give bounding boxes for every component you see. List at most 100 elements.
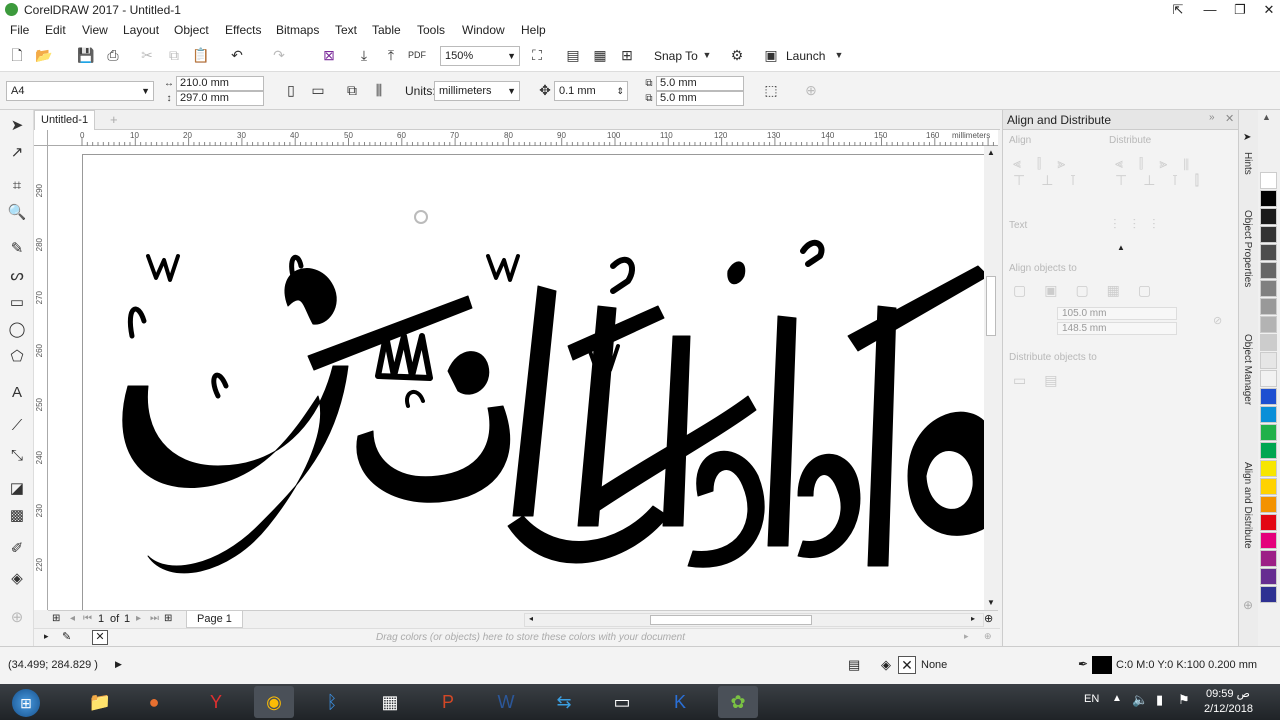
menu-edit[interactable]: Edit xyxy=(45,23,66,37)
open-icon[interactable]: 📂 xyxy=(35,46,53,64)
page-height-field[interactable]: 297.0 mm xyxy=(176,91,264,106)
color-swatch[interactable] xyxy=(1260,190,1277,207)
copy-icon[interactable]: ⧉ xyxy=(165,46,183,64)
launch-button[interactable]: Launch xyxy=(786,49,825,63)
ellipse-tool-icon[interactable]: ◯ xyxy=(7,320,27,340)
tab-object-manager[interactable]: Object Manager xyxy=(1242,334,1253,405)
show-grid-icon[interactable]: ▦ xyxy=(591,46,609,64)
color-swatch[interactable] xyxy=(1260,388,1277,405)
word-icon[interactable]: W xyxy=(486,686,526,718)
network-icon[interactable]: ▮ xyxy=(1156,692,1163,708)
color-swatch[interactable] xyxy=(1260,424,1277,441)
color-swatch[interactable] xyxy=(1260,172,1277,189)
collapse-icon[interactable]: ▲ xyxy=(1117,243,1125,252)
zoom-tool-icon[interactable]: 🔍 xyxy=(7,203,27,223)
fill-none-swatch[interactable]: ✕ xyxy=(898,656,916,674)
restore-layout-icon[interactable]: ⇱ xyxy=(1163,0,1193,20)
color-swatch[interactable] xyxy=(1260,460,1277,477)
volume-icon[interactable]: 🔈 xyxy=(1132,692,1148,708)
color-swatch[interactable] xyxy=(1260,316,1277,333)
palette-scroll-up-icon[interactable]: ▲ xyxy=(1262,112,1271,122)
menu-table[interactable]: Table xyxy=(372,23,401,37)
artistic-media-icon[interactable]: ᔕ xyxy=(7,266,27,286)
show-guidelines-icon[interactable]: ⊞ xyxy=(618,46,636,64)
menu-object[interactable]: Object xyxy=(174,23,209,37)
palette-expand-icon[interactable]: ▸ xyxy=(44,631,49,642)
menu-window[interactable]: Window xyxy=(462,23,505,37)
horizontal-scrollbar[interactable]: ◂ ▸ xyxy=(524,613,984,627)
start-button[interactable]: ⊞ xyxy=(4,686,48,718)
add-docker-icon[interactable]: ⊕ xyxy=(1243,598,1253,612)
color-palette[interactable] xyxy=(1258,172,1280,612)
interactive-fill-icon[interactable]: ◈ xyxy=(7,569,27,589)
duplicate-distance-y-field[interactable]: 5.0 mm xyxy=(656,91,744,106)
add-page-icon[interactable]: ⊞ xyxy=(164,613,172,624)
transparency-icon[interactable]: ▩ xyxy=(7,506,27,526)
lock-ratio-icon[interactable]: ⊘ xyxy=(1213,314,1222,327)
menu-tools[interactable]: Tools xyxy=(417,23,445,37)
add-tool-icon[interactable]: ⊕ xyxy=(7,608,27,628)
eyedropper-icon[interactable]: ✎ xyxy=(62,630,71,643)
text-align-buttons[interactable]: ⫶⫶⫶ xyxy=(1113,216,1172,233)
horizontal-scroll-thumb[interactable] xyxy=(650,615,812,625)
docker-expand-icon[interactable]: » xyxy=(1209,112,1215,123)
parallel-dimension-icon[interactable]: ⟋ xyxy=(7,416,27,436)
yandex-icon[interactable]: Y xyxy=(196,686,236,718)
input-language[interactable]: EN xyxy=(1084,693,1099,705)
distribute-to-buttons[interactable]: ▭▤ xyxy=(1013,372,1075,389)
last-page-icon[interactable]: ⏭ xyxy=(150,613,159,624)
color-eyedropper-icon[interactable]: ✐ xyxy=(7,539,27,559)
navigator-zoom-icon[interactable]: ⊕ xyxy=(984,612,993,625)
align-x-field[interactable]: 105.0 mm xyxy=(1057,307,1177,320)
print-icon[interactable]: ⎙ xyxy=(104,46,122,64)
vertical-scrollbar[interactable]: ▲ ▼ xyxy=(984,146,998,610)
new-tab-icon[interactable]: + xyxy=(110,112,118,127)
vertical-scroll-thumb[interactable] xyxy=(986,276,996,336)
first-page-arrow-icon[interactable]: ⏮ xyxy=(83,613,92,624)
first-page-icon[interactable]: ⊞ xyxy=(52,613,60,624)
drop-shadow-icon[interactable]: ◪ xyxy=(7,479,27,499)
connector-tool-icon[interactable]: ⤡ xyxy=(7,446,27,466)
full-screen-icon[interactable]: ⛶ xyxy=(528,46,546,64)
publish-pdf-icon[interactable]: PDF xyxy=(408,46,426,64)
menu-effects[interactable]: Effects xyxy=(225,23,261,37)
arabic-calligraphy-artwork[interactable] xyxy=(108,196,988,596)
menu-text[interactable]: Text xyxy=(335,23,357,37)
color-swatch[interactable] xyxy=(1260,208,1277,225)
align-y-field[interactable]: 148.5 mm xyxy=(1057,322,1177,335)
vertical-ruler[interactable]: 290 280 270 260 250 240 230 220 xyxy=(34,146,48,610)
color-swatch[interactable] xyxy=(1260,496,1277,513)
portrait-icon[interactable]: ▯ xyxy=(282,81,300,99)
undo-icon[interactable]: ↶ xyxy=(228,46,246,64)
file-explorer-icon[interactable]: 📁 xyxy=(80,686,120,718)
firefox-icon[interactable]: ● xyxy=(134,686,174,718)
bluetooth-icon[interactable]: ᛒ xyxy=(312,686,352,718)
menu-view[interactable]: View xyxy=(82,23,108,37)
color-swatch[interactable] xyxy=(1260,586,1277,603)
snap-to-button[interactable]: Snap To xyxy=(654,49,698,63)
menu-file[interactable]: File xyxy=(10,23,29,37)
maximize-button[interactable]: ❐ xyxy=(1225,0,1255,20)
chrome-icon[interactable]: ◉ xyxy=(254,686,294,718)
tray-overflow-icon[interactable]: ▲ xyxy=(1112,693,1122,704)
action-center-icon[interactable]: ⚑ xyxy=(1178,692,1190,708)
tab-untitled-1[interactable]: Untitled-1 xyxy=(34,110,96,130)
tab-align-distribute[interactable]: Align and Distribute xyxy=(1242,462,1253,549)
scroll-left-icon[interactable]: ◂ xyxy=(529,614,533,623)
powerpoint-icon[interactable]: P xyxy=(428,686,468,718)
freehand-tool-icon[interactable]: ✎ xyxy=(7,239,27,259)
launch-icon[interactable]: ▣ xyxy=(762,46,780,64)
color-swatch[interactable] xyxy=(1260,532,1277,549)
rectangle-tool-icon[interactable]: ▭ xyxy=(7,293,27,313)
treat-as-filled-icon[interactable]: ⬚ xyxy=(762,81,780,99)
save-icon[interactable]: 💾 xyxy=(77,46,95,64)
landscape-icon[interactable]: ▭ xyxy=(309,81,327,99)
quick-customize-icon[interactable]: ⊕ xyxy=(802,81,820,99)
color-swatch[interactable] xyxy=(1260,568,1277,585)
menu-help[interactable]: Help xyxy=(521,23,546,37)
color-swatch[interactable] xyxy=(1260,370,1277,387)
chevron-down-icon[interactable]: ▼ xyxy=(830,46,848,64)
color-swatch[interactable] xyxy=(1260,262,1277,279)
color-swatch[interactable] xyxy=(1260,334,1277,351)
screen-recorder-icon[interactable]: ▭ xyxy=(602,686,642,718)
